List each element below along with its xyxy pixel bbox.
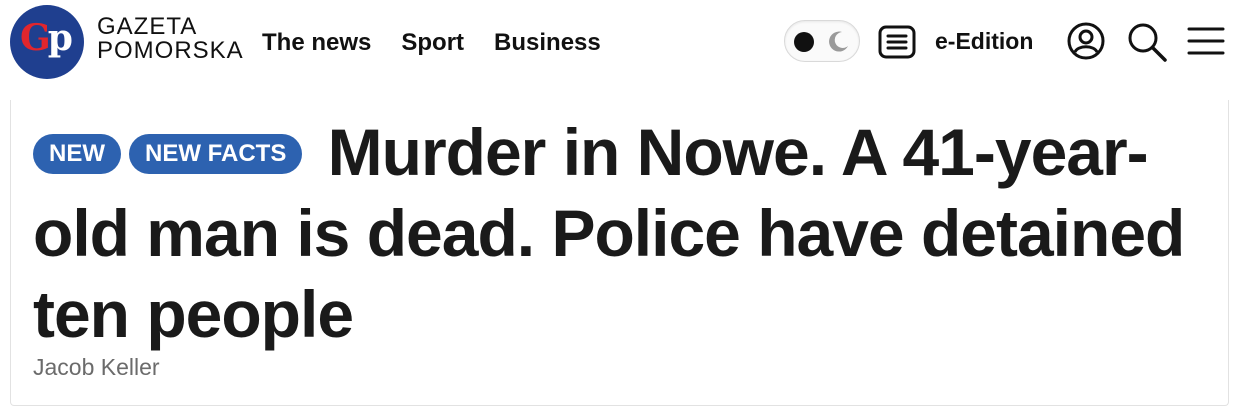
document-list-icon[interactable] [878,25,916,59]
nav-item-the-news[interactable]: The news [262,28,371,58]
search-icon[interactable] [1126,21,1168,63]
dot-icon [794,32,814,52]
nav-item-sport[interactable]: Sport [401,28,464,58]
logo-letter-p: p [47,17,73,59]
brand-name-line1: GAZETA [97,13,198,40]
brand-name-line2: POMORSKA [97,37,244,64]
article-title-block[interactable]: NEW NEW FACTS Murder in Nowe. A 41-year-o… [33,112,1213,355]
hamburger-menu-icon[interactable] [1187,24,1225,58]
theme-toggle[interactable] [784,20,860,62]
logo-mark: Gp [20,17,73,59]
site-header: Gp GAZETA POMORSKA The news Sport Busine… [0,0,1239,86]
badge-new-facts[interactable]: NEW FACTS [129,134,303,174]
logo-circle: Gp [10,5,84,79]
badge-new[interactable]: NEW [33,134,121,174]
logo-letter-g: G [20,17,51,59]
e-edition-link[interactable]: e-Edition [935,27,1033,55]
moon-icon [829,31,848,52]
main-nav: The news Sport Business [262,28,601,58]
brand-name[interactable]: GAZETA POMORSKA [97,15,244,63]
article-card: NEW NEW FACTS Murder in Nowe. A 41-year-o… [10,100,1229,406]
site-logo[interactable]: Gp [10,5,84,79]
article-author[interactable]: Jacob Keller [33,354,160,381]
nav-item-business[interactable]: Business [494,28,601,58]
user-icon[interactable] [1066,21,1106,61]
article-header: NEW NEW FACTS Murder in Nowe. A 41-year-o… [33,112,1213,355]
